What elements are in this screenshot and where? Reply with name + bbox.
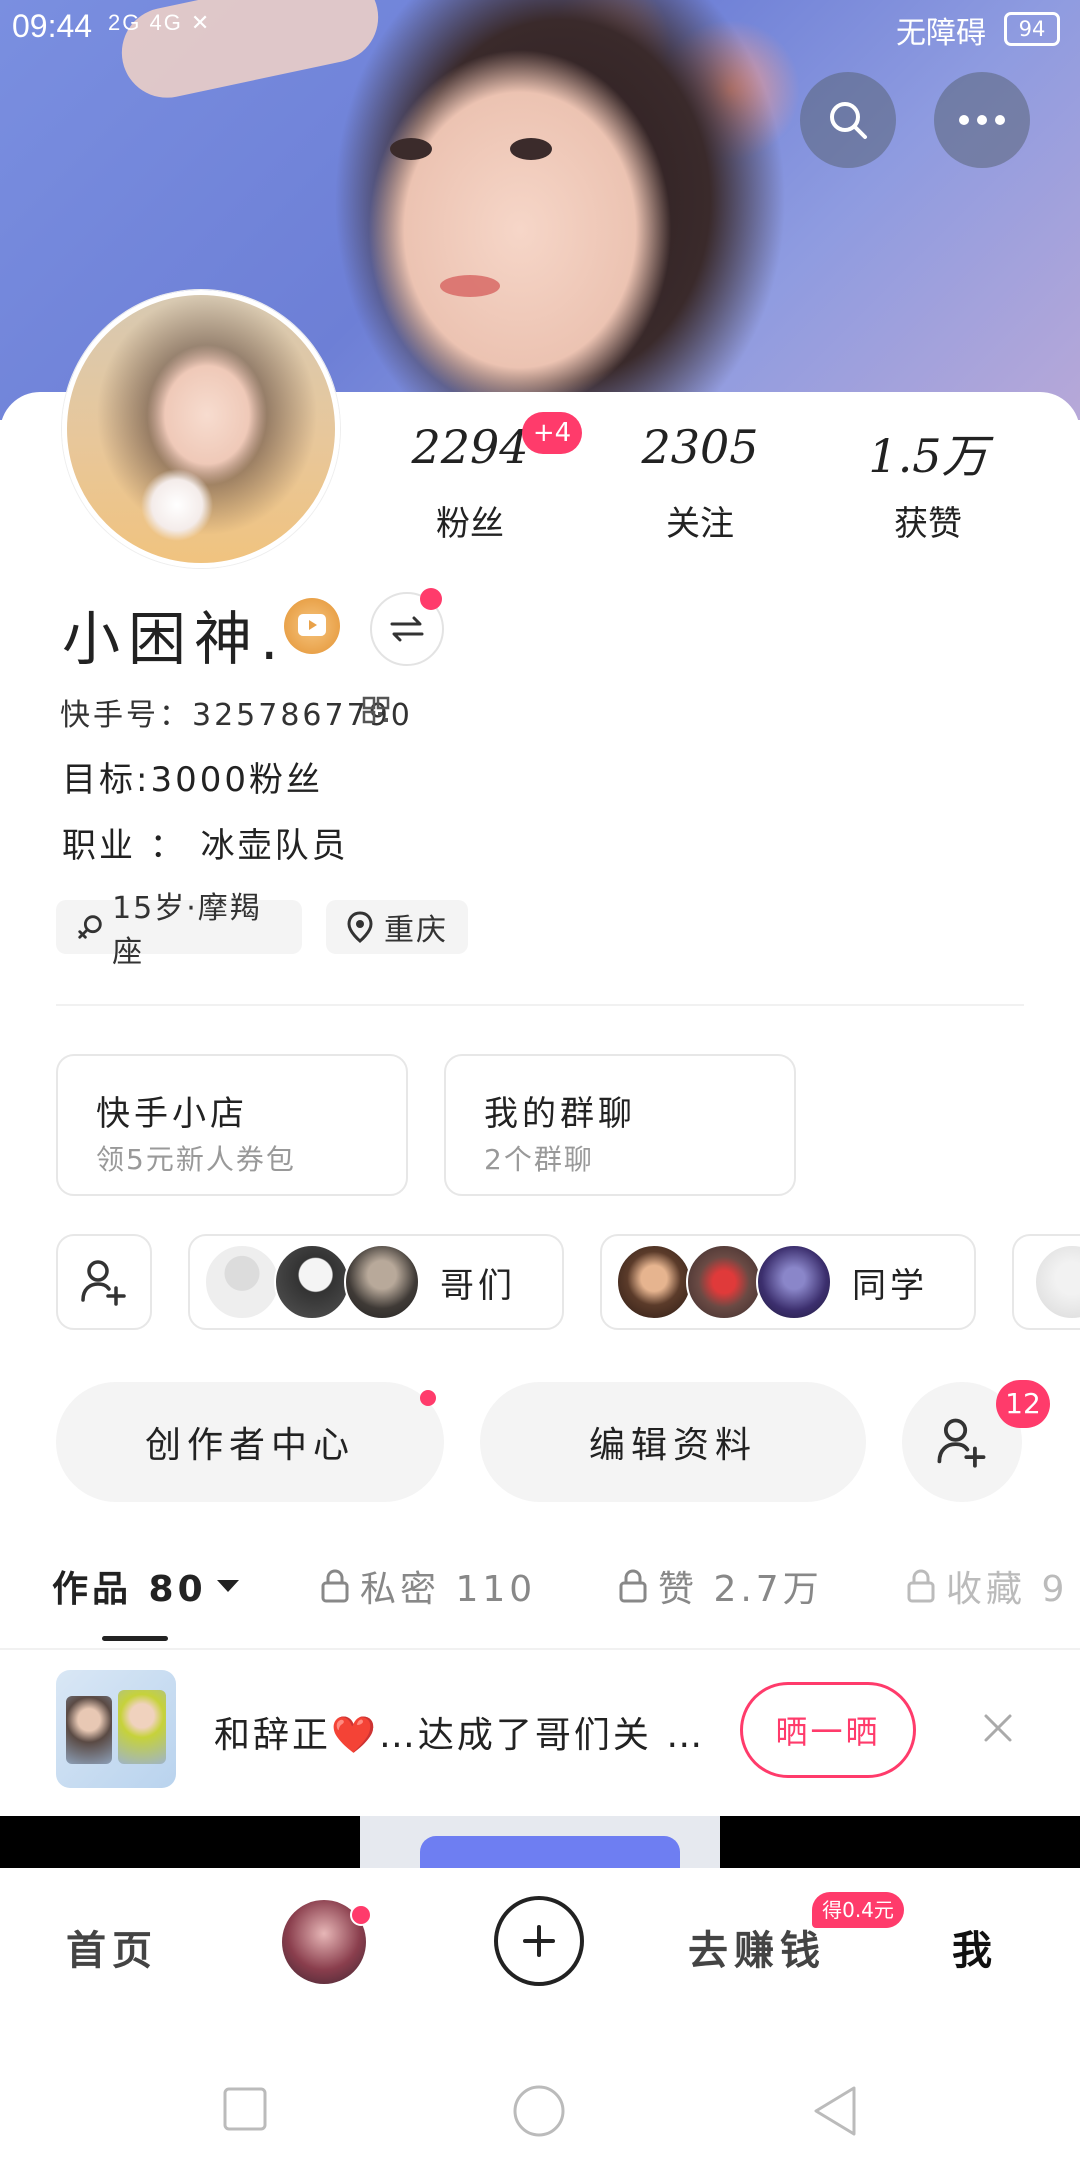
location-tag-label: 重庆	[384, 913, 448, 948]
lock-icon	[321, 1569, 349, 1603]
swap-icon	[390, 616, 424, 642]
location-tag[interactable]: 重庆	[326, 900, 468, 954]
friend-group-tongxue[interactable]: 同学	[600, 1234, 976, 1330]
member-avatar	[274, 1244, 350, 1320]
member-avatar	[756, 1244, 832, 1320]
tab-favorites[interactable]: 收藏 9	[906, 1560, 1068, 1612]
lock-icon	[907, 1569, 935, 1603]
close-icon[interactable]	[980, 1710, 1016, 1746]
active-tab-indicator	[102, 1636, 168, 1641]
profile-job: 职业 ： 冰壶队员	[62, 826, 349, 866]
member-avatar	[1034, 1244, 1080, 1320]
battery-icon: 94	[1004, 12, 1060, 46]
kuaishou-id[interactable]: 快手号：3257867790	[60, 690, 413, 734]
followers-new-badge: +4	[522, 412, 582, 454]
member-avatar	[616, 1244, 692, 1320]
username: 小困神.	[62, 605, 287, 673]
more-icon	[959, 115, 1005, 125]
groups-subtitle: 2个群聊	[484, 1143, 594, 1176]
add-user-icon	[937, 1418, 986, 1468]
shop-subtitle: 领5元新人券包	[96, 1143, 296, 1176]
member-avatar	[204, 1244, 280, 1320]
play-icon	[298, 614, 326, 636]
followers-label[interactable]: 粉丝	[400, 496, 540, 545]
nav-me[interactable]: 我	[952, 1918, 998, 1976]
edit-profile-button[interactable]: 编辑资料	[480, 1382, 866, 1502]
tab-private-label: 私密 110	[360, 1569, 537, 1610]
share-button[interactable]: 晒一晒	[740, 1682, 916, 1778]
tab-works-label: 作品 80	[52, 1569, 207, 1610]
accessibility-label: 无障碍	[896, 17, 986, 50]
groups-title: 我的群聊	[484, 1094, 636, 1134]
search-icon	[830, 102, 867, 139]
age-tag[interactable]: 15岁·摩羯座	[56, 891, 302, 970]
tab-works[interactable]: 作品 80	[52, 1560, 241, 1612]
cover-eye	[510, 138, 552, 160]
tab-favorites-label: 收藏 9	[946, 1569, 1069, 1610]
friend-photo	[118, 1690, 166, 1764]
my-groups-entry[interactable]: 我的群聊 2个群聊	[444, 1054, 796, 1196]
divider	[0, 1648, 1080, 1650]
likes-count[interactable]: 1.5万	[848, 420, 1008, 486]
recents-icon[interactable]	[222, 2086, 268, 2132]
friend-photo	[66, 1696, 112, 1764]
tab-private[interactable]: 私密 110	[320, 1560, 536, 1612]
notification-dot	[420, 588, 442, 610]
tab-liked-label: 赞 2.7万	[658, 1569, 823, 1610]
shop-title: 快手小店	[96, 1094, 248, 1134]
profile-goal: 目标:3000粉丝	[62, 760, 323, 800]
notification-text[interactable]: 和辞正❤️…达成了哥们关 …	[214, 1706, 705, 1758]
group-label: 哥们	[440, 1265, 516, 1306]
add-friend-button[interactable]	[56, 1234, 152, 1330]
cover-lips	[440, 275, 500, 297]
add-user-icon	[81, 1260, 126, 1306]
qr-code-icon[interactable]	[362, 696, 390, 724]
status-time: 09:44	[12, 8, 93, 44]
nav-home[interactable]: 首页	[66, 1918, 158, 1976]
lock-icon	[619, 1569, 647, 1603]
search-button[interactable]	[800, 72, 896, 168]
back-icon[interactable]	[810, 2084, 860, 2138]
notification-dot	[420, 1390, 436, 1406]
age-tag-label: 15岁·摩羯座	[112, 891, 262, 970]
notification-dot	[350, 1904, 372, 1926]
kuaishou-shop-entry[interactable]: 快手小店 领5元新人券包	[56, 1054, 408, 1196]
gender-male-icon	[78, 915, 102, 939]
following-count[interactable]: 2305	[620, 420, 780, 474]
earn-reward-badge: 得0.4元	[812, 1892, 904, 1928]
member-avatar	[344, 1244, 420, 1320]
cover-eye	[390, 138, 432, 160]
plus-icon	[523, 1925, 555, 1957]
nav-earn[interactable]: 去赚钱	[688, 1918, 826, 1976]
location-pin-icon	[347, 911, 373, 943]
caret-down-icon	[216, 1580, 239, 1592]
tab-liked[interactable]: 赞 2.7万	[618, 1560, 823, 1612]
create-button[interactable]	[494, 1896, 584, 1986]
creator-center-button[interactable]: 创作者中心	[56, 1382, 444, 1502]
likes-label[interactable]: 获赞	[848, 496, 1008, 545]
divider	[56, 1004, 1024, 1006]
signal-icon: 2G 4G ✕	[108, 10, 212, 35]
system-nav-bar	[0, 2020, 1080, 2160]
more-button[interactable]	[934, 72, 1030, 168]
following-label[interactable]: 关注	[620, 496, 780, 545]
followers-count[interactable]: 2294	[400, 420, 540, 474]
creator-badge-icon[interactable]	[284, 598, 340, 654]
follow-request-badge: 12	[996, 1380, 1050, 1428]
friend-group-more[interactable]	[1012, 1234, 1080, 1330]
avatar[interactable]	[62, 290, 340, 568]
home-circle-icon[interactable]	[512, 2084, 566, 2138]
group-label: 同学	[852, 1265, 928, 1306]
notification-thumbnail[interactable]	[56, 1670, 176, 1788]
friend-group-gemen[interactable]: 哥们	[188, 1234, 564, 1330]
member-avatar	[686, 1244, 762, 1320]
